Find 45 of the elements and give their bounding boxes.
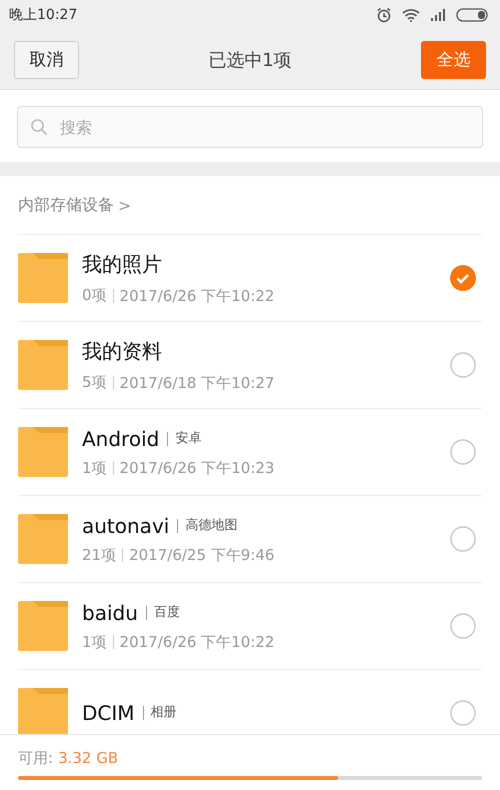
folder-alias: 高德地图 bbox=[177, 518, 238, 532]
folder-name[interactable]: Android bbox=[82, 426, 160, 450]
chevron-icon: > bbox=[118, 196, 132, 214]
signal-icon bbox=[430, 9, 446, 21]
wifi-icon bbox=[402, 8, 420, 22]
modified-date: 2017/6/26 下午10:22 bbox=[112, 635, 274, 649]
folder-icon bbox=[18, 601, 68, 651]
item-count: 21项 bbox=[82, 546, 116, 564]
item-count: 5项 bbox=[82, 373, 107, 392]
storage-breadcrumb[interactable]: 内部存储设备 bbox=[18, 194, 114, 216]
folder-icon bbox=[18, 688, 68, 734]
modified-date: 2017/6/26 下午10:22 bbox=[112, 288, 274, 302]
folder-icon bbox=[18, 514, 68, 564]
folder-icon bbox=[18, 253, 68, 303]
battery-icon bbox=[456, 8, 490, 22]
status-time: 晚上10:27 bbox=[9, 6, 78, 24]
item-count: 0项 bbox=[82, 286, 107, 305]
available-label: 可用: bbox=[18, 749, 54, 768]
alarm-clock-icon bbox=[376, 7, 392, 23]
folder-name[interactable]: DCIM bbox=[82, 701, 135, 725]
cancel-button[interactable]: 取消 bbox=[14, 40, 79, 78]
available-size: 3.32 GB bbox=[58, 749, 118, 768]
radio-circle-icon[interactable] bbox=[450, 439, 476, 465]
folder-alias: 相册 bbox=[142, 706, 177, 720]
modified-date: 2017/6/26 下午10:23 bbox=[112, 461, 274, 475]
header-title: 已选中1项 bbox=[208, 48, 292, 72]
folder-name[interactable]: 我的资料 bbox=[82, 338, 162, 365]
folder-name[interactable]: baidu bbox=[82, 600, 138, 624]
folder-icon bbox=[18, 340, 68, 390]
search-field[interactable]: 搜索 bbox=[17, 106, 483, 148]
radio-circle-icon[interactable] bbox=[450, 352, 476, 378]
radio-circle-icon[interactable] bbox=[450, 613, 476, 639]
radio-circle-icon[interactable] bbox=[450, 700, 476, 726]
checked-circle-icon[interactable] bbox=[450, 265, 476, 291]
folder-icon bbox=[18, 427, 68, 477]
folder-alias: 安卓 bbox=[167, 432, 202, 446]
item-count: 1项 bbox=[82, 632, 107, 652]
modified-date: 2017/6/18 下午10:27 bbox=[112, 376, 274, 390]
folder-name[interactable]: autonavi bbox=[82, 514, 170, 538]
folder-name[interactable]: 我的照片 bbox=[82, 251, 162, 278]
folder-alias: 百度 bbox=[146, 606, 180, 620]
modified-date: 2017/6/25 下午9:46 bbox=[122, 548, 274, 562]
search-icon bbox=[30, 118, 48, 136]
radio-circle-icon[interactable] bbox=[450, 526, 476, 552]
item-count: 1项 bbox=[82, 458, 107, 478]
